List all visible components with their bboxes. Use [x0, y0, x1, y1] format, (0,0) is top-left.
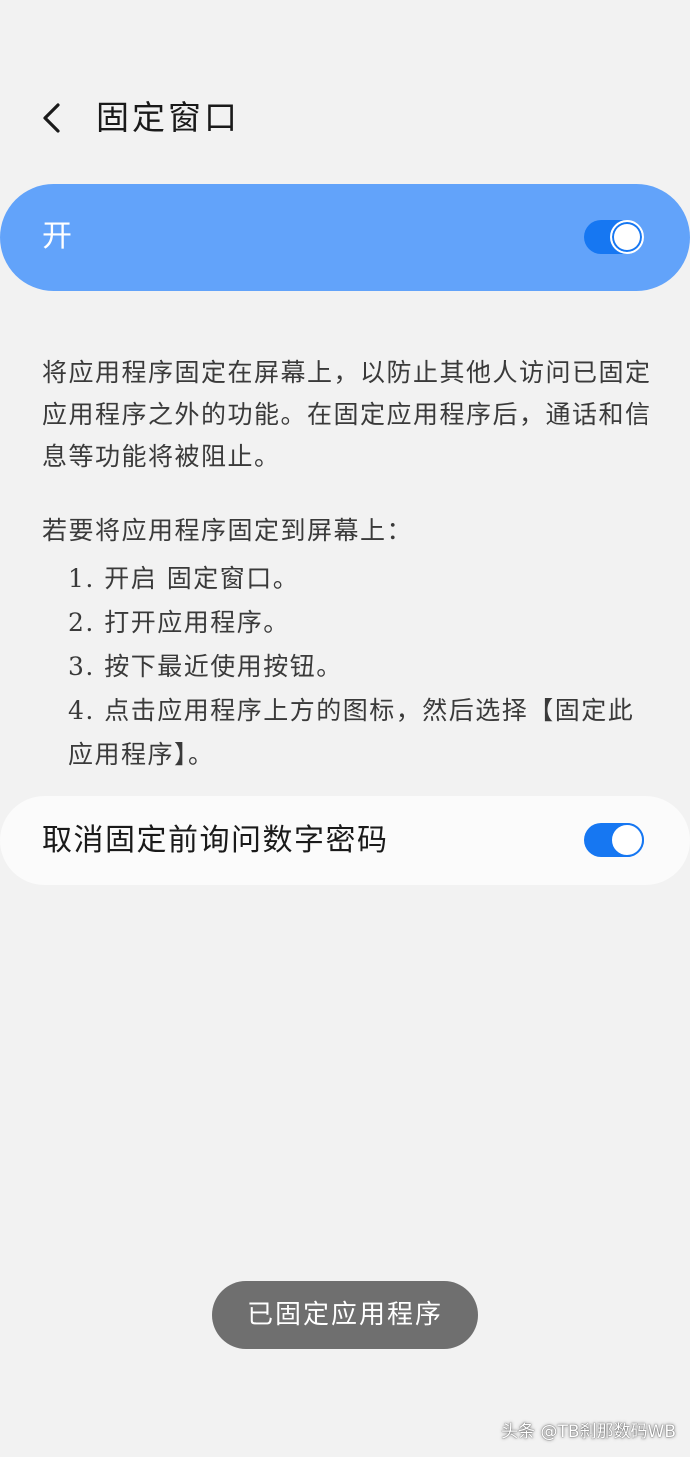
step-item: 1. 开启 固定窗口。	[68, 564, 300, 593]
description-text: 将应用程序固定在屏幕上，以防止其他人访问已固定应用程序之外的功能。在固定应用程序…	[42, 358, 652, 471]
ask-pin-setting-row[interactable]: 取消固定前询问数字密码	[0, 796, 690, 885]
app-header: 固定窗口	[0, 80, 690, 156]
master-switch-row[interactable]: 开	[0, 184, 690, 291]
step-item: 3. 按下最近使用按钮。	[68, 652, 343, 681]
step-item: 4. 点击应用程序上方的图标，然后选择【固定此应用程序】。	[68, 696, 635, 769]
master-toggle-switch[interactable]	[584, 220, 644, 254]
toggle-knob	[610, 823, 644, 857]
page-title: 固定窗口	[96, 98, 240, 137]
steps-title: 若要将应用程序固定到屏幕上：	[42, 516, 414, 545]
watermark: 头条 @TB刹那数码WB	[501, 1422, 676, 1442]
ask-pin-toggle-switch[interactable]	[584, 823, 644, 857]
toggle-knob	[610, 220, 644, 254]
steps-list: 1. 开启 固定窗口。 2. 打开应用程序。 3. 按下最近使用按钮。 4. 点…	[68, 557, 648, 777]
master-switch-label: 开	[42, 219, 72, 254]
chevron-left-icon	[43, 103, 60, 133]
ask-pin-label: 取消固定前询问数字密码	[42, 823, 389, 858]
toast-message: 已固定应用程序	[212, 1281, 478, 1349]
step-item: 2. 打开应用程序。	[68, 608, 290, 637]
back-button[interactable]	[30, 96, 74, 140]
